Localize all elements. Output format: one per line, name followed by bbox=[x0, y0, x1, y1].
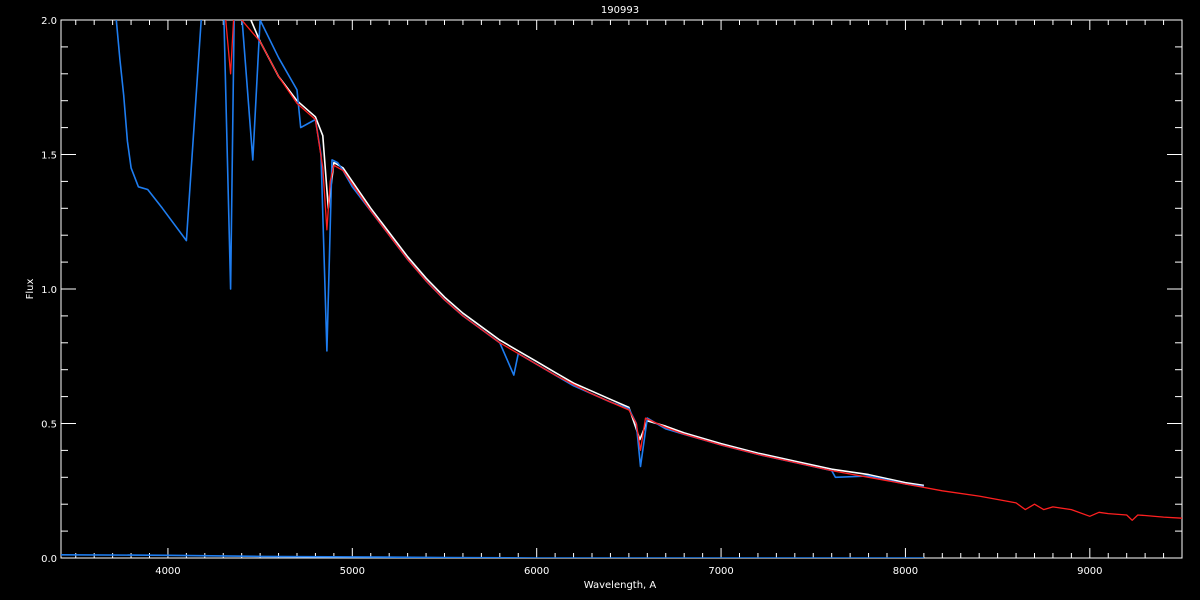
x-tick-label: 6000 bbox=[524, 566, 549, 577]
series-line-observed bbox=[249, 20, 925, 487]
spectrum-chart: 190993 4000 5000 6000 7000 8000 9000 0.0 0.5 1.0… bbox=[25, 5, 1183, 591]
y-tick-label: 2.0 bbox=[41, 16, 57, 27]
x-axis-label: Wavelength, A bbox=[584, 580, 657, 591]
series-line-observed-blue bbox=[115, 20, 925, 488]
chart-title: 190993 bbox=[601, 5, 639, 16]
x-tick-label: 9000 bbox=[1077, 566, 1102, 577]
y-tick-label: 0.5 bbox=[41, 420, 57, 431]
x-tick-label: 8000 bbox=[893, 566, 918, 577]
plot-frame bbox=[60, 19, 1183, 559]
y-tick-label: 1.5 bbox=[41, 151, 57, 162]
series-layer bbox=[61, 20, 1182, 558]
y-tick-label: 1.0 bbox=[41, 285, 57, 296]
axis-tick-labels: 4000 5000 6000 7000 8000 9000 0.0 0.5 1.0 1.5 2.0 bbox=[41, 16, 1102, 577]
x-tick-label: 5000 bbox=[340, 566, 365, 577]
x-tick-label: 4000 bbox=[155, 566, 180, 577]
y-tick-label: 0.0 bbox=[41, 554, 57, 565]
x-tick-label: 7000 bbox=[708, 566, 733, 577]
axis-ticks bbox=[61, 19, 1183, 559]
y-axis-label: Flux bbox=[25, 279, 36, 300]
series-line-model bbox=[225, 20, 1182, 521]
